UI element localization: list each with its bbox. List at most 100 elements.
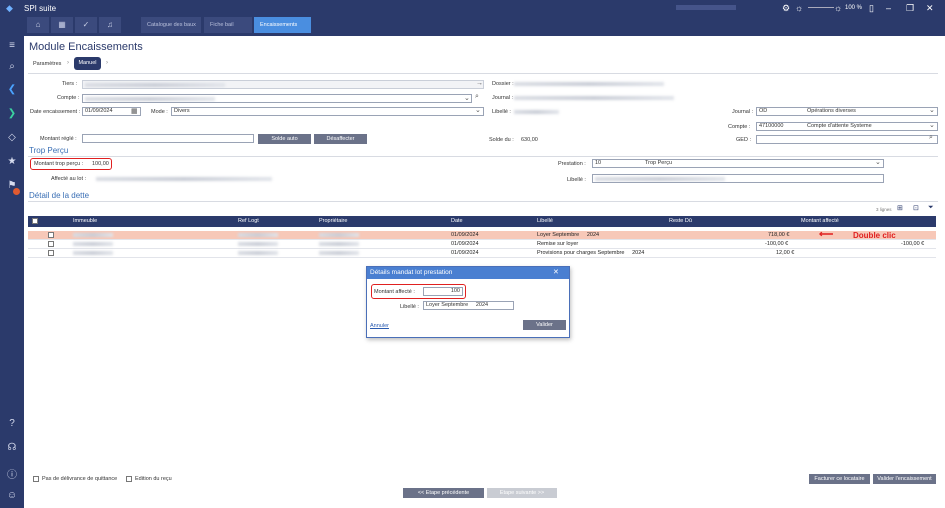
headset-icon[interactable]: ☊ [0, 442, 24, 453]
help-icon[interactable]: ? [0, 418, 24, 429]
mode-select[interactable]: Divers [171, 107, 484, 116]
dialog-montant-label: Montant affecté : [374, 289, 415, 295]
table-row[interactable]: 01/09/2024 Remise sur loyer -100,00 € -1… [28, 240, 936, 249]
ged-field[interactable] [756, 135, 938, 144]
desaffecter-button[interactable]: Désaffecter [314, 134, 367, 144]
info-icon[interactable]: ⓘ [0, 466, 24, 481]
annuler-link[interactable]: Annuler [370, 323, 389, 329]
settings-icon[interactable]: ⚙ [782, 3, 790, 14]
valider-encaissement-button[interactable]: Valider l'encaissement [873, 474, 936, 484]
montant-affecte-cell: -100,00 € [901, 241, 925, 247]
trop-percu-libelle-field[interactable] [592, 174, 884, 183]
tab-fiche-bail[interactable]: Fiche bail [204, 17, 252, 33]
journal2-code: OD [759, 108, 768, 114]
tab-catalogue-baux[interactable]: Catalogue des baux [141, 17, 201, 33]
row-count: 3 lignes [876, 207, 892, 212]
previous-step-button[interactable]: << Etape précédente [403, 488, 484, 498]
chevron-down-icon[interactable]: ⌄ [929, 106, 935, 114]
document-icon[interactable]: ▯ [869, 3, 874, 14]
select-all-checkbox[interactable] [32, 218, 38, 224]
search-icon[interactable]: ⌕ [929, 134, 933, 142]
immeuble-cell [73, 251, 113, 255]
column-header[interactable]: Propriétaire [319, 218, 347, 224]
column-header[interactable]: Date [451, 218, 463, 224]
reste-du-cell: 12,00 € [776, 250, 795, 256]
search-icon[interactable]: ⌕ [475, 93, 479, 101]
breadcrumb-manuel[interactable]: Manuel [74, 57, 101, 70]
edition-recu-checkbox[interactable] [126, 476, 132, 482]
facturer-locataire-button[interactable]: Facturer ce locataire [809, 474, 870, 484]
tiers-field[interactable] [82, 80, 484, 89]
column-header[interactable]: Reste Dû [669, 218, 692, 224]
dialog-montant-field[interactable]: 100 [423, 287, 463, 296]
notification-badge [13, 188, 20, 195]
close-icon[interactable]: ✕ [553, 268, 559, 276]
dialog-libelle-label: Libellé : [400, 304, 419, 310]
restore-icon[interactable]: ❐ [906, 3, 914, 14]
menu-icon[interactable]: ≡ [0, 40, 24, 51]
user-info [676, 5, 736, 10]
column-header[interactable]: Montant affecté [801, 218, 839, 224]
montant-regle-field[interactable] [82, 134, 254, 143]
double-clic-annotation: Double clic [853, 231, 896, 240]
details-mandat-dialog: Détails mandat lot prestation ✕ Montant … [366, 266, 570, 338]
export-icon[interactable]: ⊡ [913, 204, 919, 212]
calendar-icon[interactable]: ▦ [131, 107, 138, 115]
divider [28, 201, 938, 202]
arrow-right-icon[interactable]: → [476, 80, 483, 87]
chevron-down-icon[interactable]: ⌄ [475, 106, 481, 114]
compte2-code: 47100000 [759, 123, 784, 129]
tab-encaissements[interactable]: Encaissements [254, 17, 311, 33]
close-icon[interactable]: ✕ [926, 3, 934, 14]
tab-label: Catalogue des baux [147, 22, 196, 28]
immeuble-cell [73, 233, 113, 237]
tab-label: Encaissements [260, 22, 298, 28]
libelle-cell: Remise sur loyer [537, 241, 579, 247]
valider-button[interactable]: Valider [523, 320, 566, 330]
solde-auto-button[interactable]: Solde auto [258, 134, 311, 144]
row-checkbox[interactable] [48, 241, 54, 247]
check-tab-icon[interactable]: ✓ [75, 17, 97, 33]
breadcrumb-parametres[interactable]: Paramètres [33, 61, 61, 67]
left-nav-rail: ≡ ⌕ ❮ ❯ ◇ ★ ⚑ ? ☊ ⓘ ☺ [0, 36, 24, 508]
libelle-cell: Loyer Septembre 2024 [537, 232, 600, 238]
column-header[interactable]: Ref Logt [238, 218, 259, 224]
star-icon[interactable]: ★ [0, 156, 24, 167]
dialog-libelle-field[interactable]: Loyer Septembre 2024 [423, 301, 514, 310]
brightness-icon[interactable]: ☼ [795, 3, 803, 13]
chevron-down-icon[interactable]: ⌄ [929, 121, 935, 129]
chevron-down-icon[interactable]: ⌄ [464, 94, 470, 102]
zoom-slider[interactable] [808, 7, 834, 8]
column-header[interactable]: Immeuble [73, 218, 97, 224]
search-icon[interactable]: ⌕ [0, 61, 24, 72]
code-icon[interactable]: ◇ [0, 132, 24, 143]
row-checkbox[interactable] [48, 232, 54, 238]
table-row[interactable]: 01/09/2024 Provisions pour charges Septe… [28, 249, 936, 258]
table-row[interactable]: 01/09/2024 Loyer Septembre 2024 718,00 € [28, 231, 936, 240]
compte2-select[interactable]: 47100000 Compte d'attente Systeme [756, 122, 938, 131]
chevron-down-icon[interactable]: ⌄ [875, 158, 881, 166]
zoom-in-icon[interactable]: ☼ [834, 3, 842, 13]
libelle-value [514, 110, 559, 114]
journal-label: Journal : [492, 95, 514, 101]
back-arrow-icon[interactable]: ❮ [0, 84, 24, 95]
filter-icon[interactable]: ⏷ [928, 204, 934, 212]
compte-field[interactable] [82, 94, 472, 103]
journal2-select[interactable]: OD Opérations diverses [756, 107, 938, 116]
user-icon[interactable]: ☺ [0, 490, 24, 501]
column-header[interactable]: Libellé [537, 218, 553, 224]
tiers-label: Tiers : [62, 81, 78, 87]
row-checkbox[interactable] [48, 250, 54, 256]
no-quittance-checkbox[interactable] [33, 476, 39, 482]
forward-arrow-icon[interactable]: ❯ [0, 108, 24, 119]
proprietaire-cell [319, 233, 359, 237]
calendar-tab-icon[interactable]: ▦ [51, 17, 73, 33]
minimize-icon[interactable]: – [886, 3, 891, 13]
journal2-name: Opérations diverses [807, 108, 856, 114]
bell-tab-icon[interactable]: ♫ [99, 17, 121, 33]
home-tab-icon[interactable]: ⌂ [27, 17, 49, 33]
notification-icon[interactable]: ⚑ [0, 180, 24, 191]
columns-icon[interactable]: ⊞ [897, 204, 903, 212]
next-step-button[interactable]: Etape suivante >> [487, 488, 557, 498]
prestation-select[interactable]: 10 Trop Perçu [592, 159, 884, 168]
